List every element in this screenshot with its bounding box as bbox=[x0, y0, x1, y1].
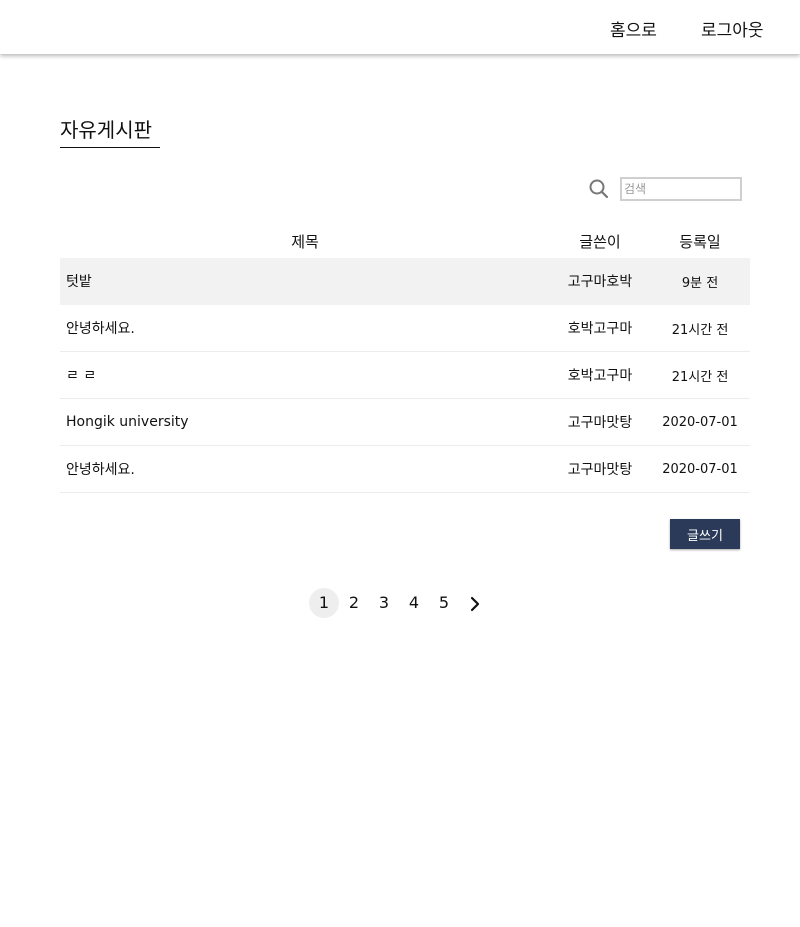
page-3[interactable]: 3 bbox=[369, 588, 399, 618]
post-author: 고구마호박 bbox=[550, 258, 650, 305]
post-title-link[interactable]: ㄹ ㄹ bbox=[66, 368, 96, 384]
page-2[interactable]: 2 bbox=[339, 588, 369, 618]
post-date: 21시간 전 bbox=[650, 304, 750, 352]
table-row[interactable]: 안녕하세요. 호박고구마 21시간 전 bbox=[60, 304, 750, 352]
table-row[interactable]: Hongik university 고구마맛탕 2020-07-01 bbox=[60, 398, 750, 446]
post-author: 호박고구마 bbox=[550, 304, 650, 352]
post-author: 고구마맛탕 bbox=[550, 445, 650, 493]
table-row[interactable]: 텃밭 고구마호박 9분 전 bbox=[60, 258, 750, 305]
search-input[interactable] bbox=[620, 177, 742, 201]
page-5[interactable]: 5 bbox=[429, 588, 459, 618]
page-title: 자유게시판 bbox=[60, 114, 160, 148]
table-row[interactable]: ㄹ ㄹ 호박고구마 21시간 전 bbox=[60, 351, 750, 399]
table-header-row: 제목 글쓴이 등록일 bbox=[60, 224, 750, 258]
search-icon[interactable] bbox=[588, 178, 610, 200]
header-title: 제목 bbox=[291, 232, 319, 251]
write-post-button[interactable]: 글쓰기 bbox=[670, 519, 740, 549]
post-date: 21시간 전 bbox=[650, 351, 750, 399]
header-date: 등록일 bbox=[679, 232, 721, 251]
post-date: 9분 전 bbox=[650, 258, 750, 305]
post-title-link[interactable]: 텃밭 bbox=[66, 274, 92, 290]
top-navbar: 홈으로 로그아웃 bbox=[0, 0, 800, 54]
post-date: 2020-07-01 bbox=[650, 445, 750, 493]
page-4[interactable]: 4 bbox=[399, 588, 429, 618]
header-author: 글쓴이 bbox=[579, 232, 621, 251]
post-title-link[interactable]: Hongik university bbox=[66, 414, 189, 430]
home-link[interactable]: 홈으로 bbox=[610, 16, 657, 41]
post-table: 제목 글쓴이 등록일 텃밭 고구마호박 9분 전 안녕하세요. 호박고구마 21… bbox=[60, 224, 750, 493]
post-title-link[interactable]: 안녕하세요. bbox=[66, 321, 135, 337]
logout-link[interactable]: 로그아웃 bbox=[701, 16, 764, 41]
post-title-link[interactable]: 안녕하세요. bbox=[66, 462, 135, 478]
post-author: 호박고구마 bbox=[550, 351, 650, 399]
table-row[interactable]: 안녕하세요. 고구마맛탕 2020-07-01 bbox=[60, 445, 750, 493]
chevron-right-icon[interactable] bbox=[465, 594, 485, 614]
post-date: 2020-07-01 bbox=[650, 398, 750, 446]
page-1[interactable]: 1 bbox=[309, 588, 339, 618]
post-author: 고구마맛탕 bbox=[550, 398, 650, 446]
